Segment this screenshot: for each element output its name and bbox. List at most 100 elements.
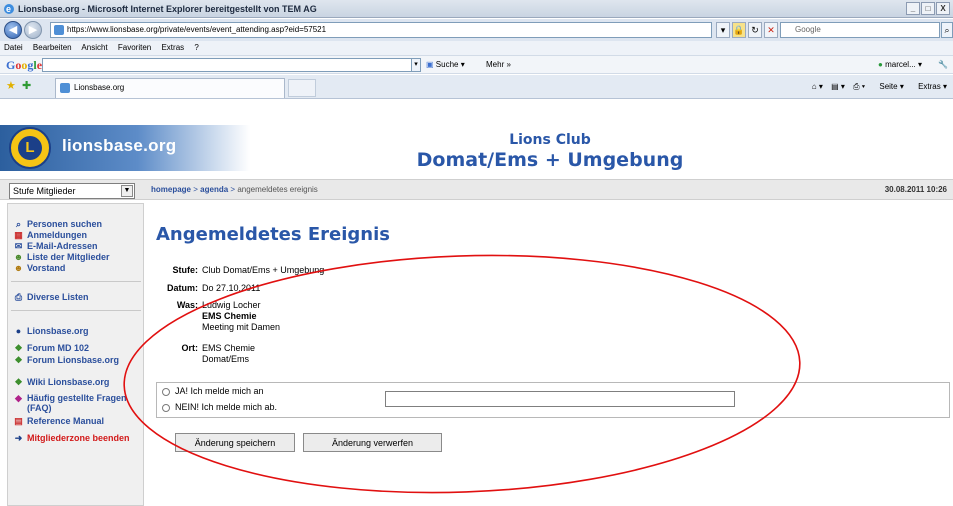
url-dropdown-button[interactable]: ▾: [716, 22, 730, 38]
tools-menu-button[interactable]: Extras ▾: [912, 82, 947, 91]
breadcrumb-bar: Stufe Mitglieder ▼ homepage > agenda > a…: [0, 179, 953, 200]
breadcrumb-agenda[interactable]: agenda: [200, 185, 228, 194]
forward-button[interactable]: ▶: [24, 21, 42, 39]
print-icon[interactable]: ⎙ ▾: [853, 82, 865, 91]
back-button[interactable]: ◀: [4, 21, 22, 39]
level-select[interactable]: Stufe Mitglieder ▼: [9, 183, 135, 199]
sidebar-item-vorstand[interactable]: ☻ Vorstand: [13, 263, 143, 273]
tab-label: Lionsbase.org: [74, 83, 125, 92]
save-button[interactable]: Änderung speichern: [175, 433, 295, 452]
discard-button[interactable]: Änderung verwerfen: [303, 433, 442, 452]
close-button[interactable]: X: [936, 2, 950, 15]
window-titlebar: e Lionsbase.org - Microsoft Internet Exp…: [0, 0, 953, 18]
url-text: https://www.lionsbase.org/private/events…: [67, 25, 327, 34]
stop-button[interactable]: ✕: [764, 22, 778, 38]
window-title: Lionsbase.org - Microsoft Internet Explo…: [18, 4, 317, 14]
minimize-button[interactable]: _: [906, 2, 920, 15]
menu-datei[interactable]: Datei: [4, 43, 23, 52]
sidebar-item-forum-lionsbase[interactable]: ❖ Forum Lionsbase.org: [13, 355, 143, 365]
menu-ansicht[interactable]: Ansicht: [81, 43, 107, 52]
manual-icon: ▤: [14, 416, 23, 426]
sidebar-item-email-adressen[interactable]: ✉ E-Mail-Adressen: [13, 241, 143, 251]
wrench-icon[interactable]: 🔧: [938, 58, 948, 72]
page-menu-button[interactable]: Seite ▾: [873, 82, 903, 91]
was-note: Meeting mit Damen: [202, 322, 281, 332]
menu-extras[interactable]: Extras: [161, 43, 184, 52]
datum-value: Do 27.10.2011: [202, 283, 261, 293]
stufe-value: Club Domat/Ems + Umgebung: [202, 265, 325, 275]
tab-lionsbase[interactable]: Lionsbase.org: [55, 78, 285, 98]
faq-icon: ◆: [15, 393, 22, 403]
window-controls: _ □ X: [906, 2, 950, 15]
google-search-button[interactable]: ▣ Suche ▾: [426, 58, 465, 72]
command-bar: ⌂ ▾ ▤ ▾ ⎙ ▾ Seite ▾ Extras ▾: [806, 80, 947, 94]
ort-label: Ort:: [181, 343, 199, 353]
was-person: Ludwig Locher: [202, 300, 261, 310]
contacts-icon: ✉: [14, 241, 23, 251]
sidebar-item-wiki[interactable]: ❖ Wiki Lionsbase.org: [13, 377, 143, 387]
svg-text:e: e: [6, 4, 11, 14]
calendar-icon: ▦: [14, 230, 23, 240]
feeds-icon[interactable]: ▤ ▾: [831, 82, 845, 91]
page-icon: [54, 25, 64, 35]
sidebar-item-liste-der-mitglieder[interactable]: ☻ Liste der Mitglieder: [13, 252, 143, 262]
sidebar-item-forum-md102[interactable]: ❖ Forum MD 102: [13, 343, 143, 353]
chevron-down-icon: ▼: [121, 185, 133, 197]
main-content: Angemeldetes Ereignis Stufe: Club Domat/…: [150, 203, 950, 503]
sidebar-item-reference-manual[interactable]: ▤ Reference Manual: [13, 416, 143, 426]
club-name: Domat/Ems + Umgebung: [416, 149, 684, 171]
add-favorite-icon[interactable]: ✚: [22, 79, 31, 92]
board-icon: ☻: [13, 263, 24, 273]
sidebar: ⌕ Personen suchen ▦ Anmeldungen ✉ E-Mail…: [7, 203, 144, 506]
web-page: L lionsbase.org Lions Club Domat/Ems + U…: [0, 100, 953, 506]
sidebar-item-lionsbase[interactable]: ● Lionsbase.org: [13, 326, 143, 336]
current-datetime: 30.08.2011 10:26: [884, 185, 947, 194]
site-banner: L lionsbase.org Lions Club Domat/Ems + U…: [0, 100, 953, 177]
sidebar-item-anmeldungen[interactable]: ▦ Anmeldungen: [13, 230, 143, 240]
radio-no[interactable]: [162, 404, 170, 412]
home-icon[interactable]: ⌂ ▾: [812, 82, 823, 91]
google-more-button[interactable]: Mehr »: [486, 58, 511, 72]
new-tab-button[interactable]: [288, 79, 316, 97]
google-dropdown-button[interactable]: ▾: [411, 58, 421, 72]
menu-bearbeiten[interactable]: Bearbeiten: [33, 43, 72, 52]
magnifier-icon: ⌕: [15, 219, 22, 229]
google-logo: Google: [6, 58, 43, 72]
forum-icon: ❖: [14, 355, 23, 365]
address-bar: ◀ ▶ https://www.lionsbase.org/private/ev…: [0, 19, 953, 41]
online-dot-icon: ●: [878, 60, 883, 69]
search-input[interactable]: Google: [780, 22, 940, 38]
comment-input[interactable]: [385, 391, 735, 407]
tab-page-icon: [60, 83, 70, 93]
menu-favoriten[interactable]: Favoriten: [118, 43, 151, 52]
google-account-button[interactable]: ● marcel... ▾: [878, 58, 922, 72]
radio-yes[interactable]: [162, 388, 170, 396]
menu-help[interactable]: ?: [194, 43, 198, 52]
search-icon[interactable]: ⌕: [941, 22, 953, 38]
sidebar-item-mitgliederzone-beenden[interactable]: ➜ Mitgliederzone beenden: [13, 433, 143, 443]
google-search-input[interactable]: [42, 58, 420, 72]
sidebar-divider: [11, 310, 141, 311]
print-icon: ⎙: [14, 292, 23, 302]
google-search-icon: ▣: [426, 60, 434, 69]
sidebar-item-personen-suchen[interactable]: ⌕ Personen suchen: [13, 219, 143, 229]
was-label: Was:: [176, 300, 198, 310]
was-title: EMS Chemie: [202, 311, 257, 321]
forum-icon: ❖: [14, 377, 23, 387]
sidebar-item-faq[interactable]: ◆ Häufig gestellte Fragen (FAQ): [13, 393, 143, 413]
breadcrumb-homepage[interactable]: homepage: [151, 185, 191, 194]
lock-icon[interactable]: 🔒: [732, 22, 746, 38]
stufe-label: Stufe:: [172, 265, 199, 275]
sidebar-item-diverse-listen[interactable]: ⎙ Diverse Listen: [13, 292, 143, 302]
radio-yes-label[interactable]: JA! Ich melde mich an: [175, 386, 264, 396]
logout-icon: ➜: [14, 433, 23, 443]
maximize-button[interactable]: □: [921, 2, 935, 15]
refresh-button[interactable]: ↻: [748, 22, 762, 38]
url-input[interactable]: https://www.lionsbase.org/private/events…: [50, 22, 712, 38]
registration-form: JA! Ich melde mich an NEIN! Ich melde mi…: [156, 382, 950, 418]
site-logo-text[interactable]: lionsbase.org: [62, 136, 176, 156]
favorites-star-icon[interactable]: ★: [6, 79, 16, 92]
lions-emblem-icon[interactable]: L: [9, 127, 51, 169]
radio-no-label[interactable]: NEIN! Ich melde mich ab.: [175, 402, 277, 412]
datum-label: Datum:: [167, 283, 198, 293]
